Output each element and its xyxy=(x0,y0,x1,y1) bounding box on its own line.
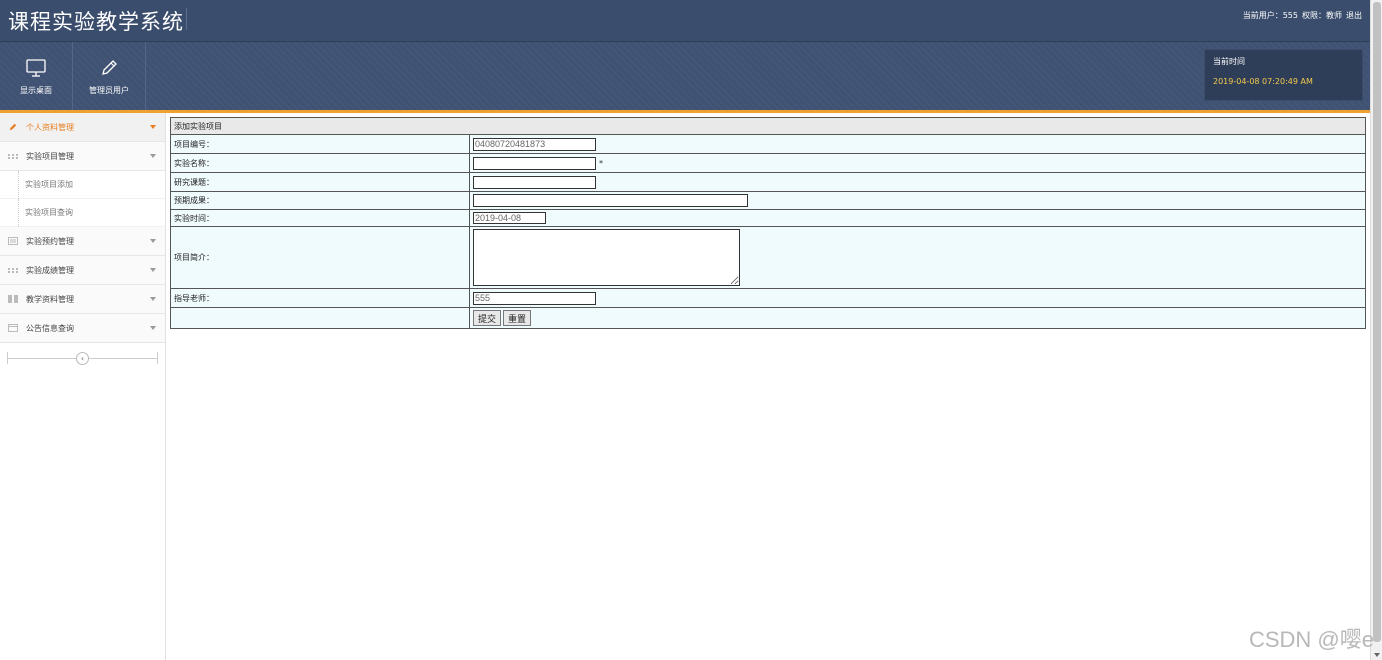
sidebar-item-label: 教学资料管理 xyxy=(26,294,74,304)
time-label: 当前时间 xyxy=(1213,57,1245,66)
nav-bar: 显示桌面 管理员用户 xyxy=(0,42,1370,110)
required-mark: * xyxy=(599,158,603,168)
chevron-down-icon xyxy=(150,239,156,243)
field-label: 项目简介： xyxy=(170,226,470,289)
watermark: CSDN @嘤e xyxy=(1248,627,1374,652)
sidebar-subitem-project-query[interactable]: 实验项目查询 xyxy=(0,199,165,227)
sidebar-item-notices[interactable]: 公告信息查询 xyxy=(0,314,165,343)
sidebar-subitem-label: 实验项目添加 xyxy=(25,180,73,189)
field-cell xyxy=(469,134,1366,154)
sidebar-item-label: 个人资料管理 xyxy=(26,122,74,132)
sidebar-collapse-button[interactable]: ‹ xyxy=(76,352,89,365)
sidebar-subitem-label: 实验项目查询 xyxy=(25,208,73,217)
logout-link[interactable]: 退出 xyxy=(1346,10,1362,21)
current-user: 当前用户：555 xyxy=(1242,11,1298,20)
submit-button[interactable]: 提交 xyxy=(473,310,502,326)
form-table: 添加实验项目 项目编号： 实验名称： * 研究课题： 预期成果： xyxy=(170,117,1366,329)
form-title: 添加实验项目 xyxy=(170,117,1366,135)
sidebar-item-label: 实验成绩管理 xyxy=(26,265,74,275)
field-label: 项目编号： xyxy=(170,134,470,154)
sidebar-item-label: 公告信息查询 xyxy=(26,323,74,333)
chevron-down-icon xyxy=(150,154,156,158)
field-label: 研究课题： xyxy=(170,172,470,192)
field-cell xyxy=(469,209,1366,227)
user-role: 权限：教师 xyxy=(1302,11,1342,20)
user-info: 当前用户：555 权限：教师 退出 xyxy=(1243,10,1362,21)
chevron-down-icon xyxy=(150,297,156,301)
actions-cell: 提交 重置 xyxy=(469,307,1366,329)
field-cell xyxy=(469,288,1366,308)
sidebar: 个人资料管理 实验项目管理 实验项目添加 实验项目查询 实验预约管理 实验成绩管… xyxy=(0,113,166,660)
admin-user-label: 管理员用户 xyxy=(89,85,129,95)
top-header: 课程实验教学系统 当前用户：555 权限：教师 退出 xyxy=(0,0,1370,42)
time-value: 2019-04-08 07:20:49 AM xyxy=(1213,77,1313,86)
header-accent-line xyxy=(0,110,1370,113)
field-label: 预期成果： xyxy=(170,191,470,210)
app-title: 课程实验教学系统 xyxy=(8,10,184,34)
grid-icon xyxy=(8,154,18,159)
show-desktop-button[interactable]: 显示桌面 xyxy=(0,42,73,110)
field-label: 实验时间： xyxy=(170,209,470,227)
scrollbar-thumb[interactable] xyxy=(1373,2,1381,642)
list-icon xyxy=(8,237,18,245)
expected-result-input[interactable] xyxy=(473,194,748,207)
form-actions-row: 提交 重置 xyxy=(170,307,1366,329)
sidebar-item-label: 实验预约管理 xyxy=(26,236,74,246)
reset-button[interactable]: 重置 xyxy=(503,310,532,326)
add-project-form: 添加实验项目 项目编号： 实验名称： * 研究课题： 预期成果： xyxy=(170,117,1366,329)
research-topic-input[interactable] xyxy=(473,175,596,189)
form-row: 预期成果： xyxy=(170,191,1366,210)
project-intro-textarea[interactable] xyxy=(473,229,740,286)
project-name-input[interactable] xyxy=(473,156,596,170)
form-row: 项目简介： xyxy=(170,226,1366,289)
admin-user-button[interactable]: 管理员用户 xyxy=(73,42,146,110)
field-cell xyxy=(469,226,1366,289)
chevron-down-icon xyxy=(150,268,156,272)
teacher-input[interactable] xyxy=(473,291,596,305)
chevron-down-icon xyxy=(150,326,156,330)
field-cell xyxy=(469,191,1366,210)
monitor-icon xyxy=(26,58,46,77)
sidebar-item-label: 实验项目管理 xyxy=(26,151,74,161)
grid-icon xyxy=(8,268,18,273)
collapse-divider-cap xyxy=(7,352,8,364)
sidebar-subitem-project-add[interactable]: 实验项目添加 xyxy=(0,171,165,199)
title-divider xyxy=(186,8,187,30)
experiment-date-input[interactable] xyxy=(473,212,546,224)
form-row: 实验名称： * xyxy=(170,153,1366,173)
sidebar-item-reservation[interactable]: 实验预约管理 xyxy=(0,227,165,256)
book-icon xyxy=(8,295,18,303)
form-header-row: 添加实验项目 xyxy=(170,117,1366,135)
sidebar-item-grades[interactable]: 实验成绩管理 xyxy=(0,256,165,285)
sidebar-collapse-row: ‹ xyxy=(0,343,165,373)
empty-cell xyxy=(170,307,470,329)
current-time-box: 当前时间 2019-04-08 07:20:49 AM xyxy=(1204,49,1363,101)
form-row: 指导老师： xyxy=(170,288,1366,308)
pencil-icon xyxy=(9,123,17,131)
pencil-icon xyxy=(102,59,117,75)
page-scrollbar[interactable] xyxy=(1370,0,1382,660)
form-row: 实验时间： xyxy=(170,209,1366,227)
field-cell xyxy=(469,172,1366,192)
chevron-down-icon xyxy=(150,125,156,129)
sidebar-item-profile[interactable]: 个人资料管理 xyxy=(0,113,165,142)
show-desktop-label: 显示桌面 xyxy=(20,85,52,95)
scroll-down-icon[interactable] xyxy=(1374,653,1380,657)
form-row: 研究课题： xyxy=(170,172,1366,192)
sidebar-item-project-mgmt[interactable]: 实验项目管理 xyxy=(0,142,165,171)
field-cell: * xyxy=(469,153,1366,173)
field-label: 实验名称： xyxy=(170,153,470,173)
sidebar-item-materials[interactable]: 教学资料管理 xyxy=(0,285,165,314)
project-no-input[interactable] xyxy=(473,137,596,151)
field-label: 指导老师： xyxy=(170,288,470,308)
calendar-icon xyxy=(8,324,18,332)
form-row: 项目编号： xyxy=(170,134,1366,154)
collapse-divider-cap xyxy=(157,352,158,364)
